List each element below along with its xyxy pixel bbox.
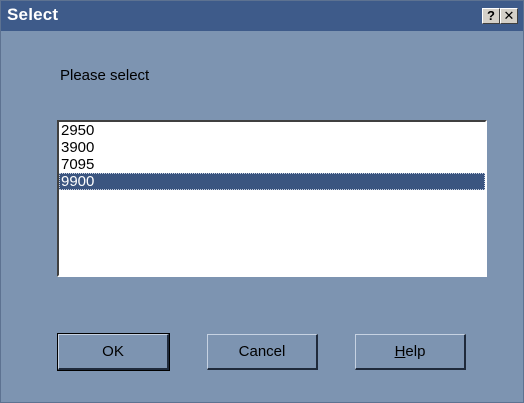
cancel-button[interactable]: Cancel [207,334,318,370]
list-item[interactable]: 3900 [59,139,485,156]
help-button[interactable]: Help [355,334,466,370]
ok-button[interactable]: OK [57,333,170,371]
help-question-icon[interactable]: ? [482,8,500,24]
dialog-title: Select [7,5,59,24]
help-mnemonic: H [394,343,406,360]
help-label-rest: elp [405,343,426,360]
list-item[interactable]: 7095 [59,156,485,173]
select-dialog: Select ? ✕ Please select 2950 3900 7095 … [0,0,524,403]
prompt-label: Please select [60,67,150,84]
title-bar[interactable]: Select ? ✕ [1,1,523,31]
list-item[interactable]: 2950 [59,122,485,139]
selection-listbox[interactable]: 2950 3900 7095 9900 [57,120,487,277]
list-item-selected[interactable]: 9900 [59,173,485,190]
close-icon[interactable]: ✕ [500,8,518,24]
